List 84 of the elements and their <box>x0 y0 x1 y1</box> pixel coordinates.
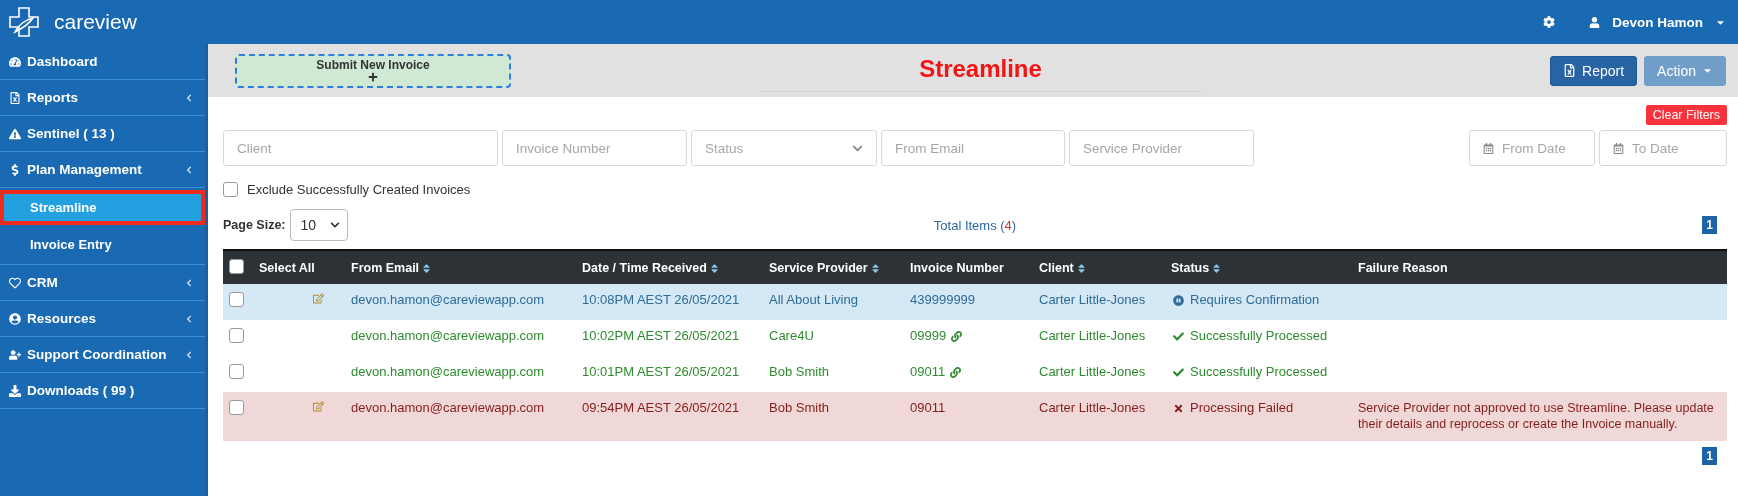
pause-icon <box>1173 295 1184 307</box>
row-checkbox[interactable] <box>229 364 244 379</box>
table-cell: devon.hamon@careviewapp.com <box>351 364 545 379</box>
checkbox[interactable] <box>223 182 238 197</box>
table-cell: devon.hamon@careviewapp.com <box>351 400 545 415</box>
calendar-icon <box>1613 142 1624 154</box>
table-cell: 10:08PM AEST 26/05/2021 <box>582 292 740 307</box>
column-header[interactable]: Client <box>1033 250 1165 284</box>
report-button[interactable]: Report <box>1550 55 1638 86</box>
add-user-icon <box>8 348 22 361</box>
checkbox-label: Exclude Successfully Created Invoices <box>247 182 471 197</box>
link-icon[interactable] <box>950 367 962 379</box>
table-cell: 09011 <box>910 364 946 379</box>
table-cell: 10:01PM AEST 26/05/2021 <box>582 364 740 379</box>
spreadsheet-icon <box>8 91 22 104</box>
user-icon <box>1589 16 1601 28</box>
table-cell: 09011 <box>910 400 946 415</box>
plus-icon <box>368 72 378 83</box>
sidebar-item[interactable]: CRM <box>0 265 205 301</box>
table-cell: Carter Little-Jones <box>1039 364 1146 379</box>
table-cell: Bob Smith <box>769 400 829 415</box>
page-number[interactable]: 1 <box>1702 446 1717 465</box>
page-number[interactable]: 1 <box>1702 216 1717 234</box>
table-cell: Carter Little-Jones <box>1039 292 1146 307</box>
column-header[interactable]: From Email <box>345 250 576 284</box>
sidebar-item[interactable]: Sentinel ( 13 ) <box>0 116 205 152</box>
row-checkbox[interactable] <box>229 400 244 415</box>
sidebar-item[interactable]: Reports <box>0 80 205 116</box>
page-size-label: Page Size: <box>223 218 286 232</box>
failure-reason: Service Provider not approved to use Streamline. Please update their details and reprocess or create the Invoice manually. <box>1358 401 1714 432</box>
table-cell: 10:02PM AEST 26/05/2021 <box>582 328 740 343</box>
user-menu[interactable]: Devon Hamon <box>1589 14 1726 30</box>
sidebar-item[interactable]: Resources <box>0 301 205 337</box>
table-cell: Care4U <box>769 328 814 343</box>
column-header: Invoice Number <box>904 250 1033 284</box>
sidebar-item[interactable]: Support Coordination <box>0 337 205 373</box>
page-title: Streamline <box>759 49 1202 92</box>
total-items: Total Items (4) <box>933 217 1017 233</box>
edit-icon[interactable] <box>313 293 324 304</box>
brand-name: careview <box>54 10 137 34</box>
table-cell: devon.hamon@careviewapp.com <box>351 292 545 307</box>
clear-filters-button[interactable]: Clear Filters <box>1645 105 1727 125</box>
row-checkbox[interactable] <box>229 328 244 343</box>
check-icon <box>1173 331 1184 343</box>
sidebar-subitem[interactable]: Streamline <box>0 190 205 225</box>
action-button[interactable]: Action <box>1644 55 1726 86</box>
edit-icon[interactable] <box>313 401 324 412</box>
logo-icon <box>8 6 40 38</box>
chevron-down-icon <box>329 220 340 230</box>
table-cell: Bob Smith <box>769 364 829 379</box>
status-text: Successfully Processed <box>1190 328 1328 343</box>
select-all-checkbox[interactable] <box>229 258 244 274</box>
table-cell: Carter Little-Jones <box>1039 328 1146 343</box>
download-icon <box>8 384 22 397</box>
page-size-select[interactable]: 10 <box>289 209 348 241</box>
row-checkbox[interactable] <box>229 292 244 307</box>
heart-icon <box>8 276 22 289</box>
table-cell: Carter Little-Jones <box>1039 400 1146 415</box>
table-cell: 09999 <box>910 328 947 343</box>
status-text: Successfully Processed <box>1190 364 1328 379</box>
column-header: Failure Reason <box>1352 250 1727 284</box>
column-header: Select All <box>253 250 345 284</box>
warning-icon <box>8 127 22 140</box>
column-header[interactable]: Date / Time Received <box>576 250 763 284</box>
submit-invoice-button[interactable]: Submit New Invoice <box>235 53 511 88</box>
table-cell: 09:54PM AEST 26/05/2021 <box>582 400 740 415</box>
column-header[interactable]: Status <box>1165 250 1352 284</box>
cross-icon <box>1173 403 1184 415</box>
table-cell: 439999999 <box>910 292 976 307</box>
status-text: Processing Failed <box>1190 400 1294 415</box>
table-cell: All About Living <box>769 292 858 307</box>
status-text: Requires Confirmation <box>1190 292 1320 307</box>
table-cell: devon.hamon@careviewapp.com <box>351 328 545 343</box>
sidebar-subitem[interactable]: Invoice Entry <box>0 227 205 262</box>
sidebar-item[interactable]: Dashboard <box>0 44 205 80</box>
sidebar-item[interactable]: Plan Management <box>0 152 205 188</box>
check-icon <box>1173 367 1184 379</box>
link-icon[interactable] <box>951 331 963 343</box>
sidebar-item[interactable]: Downloads ( 99 ) <box>0 373 205 409</box>
column-header[interactable]: Service Provider <box>763 250 904 284</box>
gauge-icon <box>8 55 22 68</box>
settings-icon[interactable] <box>1543 16 1556 28</box>
spreadsheet-icon <box>1563 64 1577 77</box>
calendar-icon <box>1483 142 1494 154</box>
